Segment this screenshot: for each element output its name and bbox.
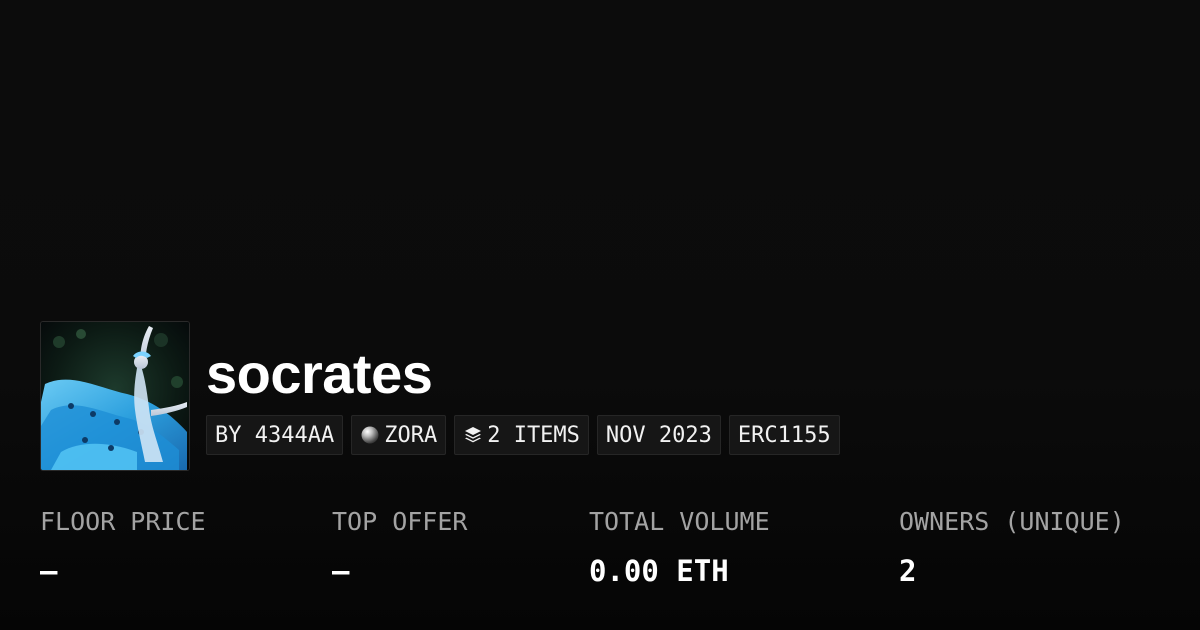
stat-value: –: [40, 554, 58, 588]
items-badge[interactable]: 2 ITEMS: [454, 415, 589, 455]
stat-label: FLOOR PRICE: [40, 507, 206, 536]
token-standard-label: ERC1155: [737, 422, 831, 448]
stat-floor-price: FLOOR PRICE –: [40, 505, 206, 589]
collection-title: socrates: [206, 342, 433, 405]
collection-badges: BY 4344AA ZORA 2 ITEMS NOV 2023 ERC1155: [206, 415, 840, 455]
stat-value: 0.00 ETH: [589, 554, 729, 588]
zora-orb-icon: [360, 425, 380, 445]
token-standard-badge: ERC1155: [728, 415, 840, 455]
layers-icon: [463, 425, 483, 445]
collection-artwork-image: [41, 322, 189, 470]
stat-value: –: [332, 554, 350, 588]
date-label: NOV 2023: [605, 422, 712, 448]
stat-owners: OWNERS (UNIQUE) 2: [899, 505, 1125, 589]
stat-label: OWNERS (UNIQUE): [899, 507, 1125, 536]
chain-badge[interactable]: ZORA: [351, 415, 447, 455]
stat-top-offer: TOP OFFER –: [332, 505, 467, 589]
stat-label: TOP OFFER: [332, 507, 468, 536]
stat-label: TOTAL VOLUME: [589, 507, 770, 536]
creator-badge[interactable]: BY 4344AA: [206, 415, 344, 455]
creator-label: BY 4344AA: [215, 422, 335, 448]
items-label: 2 ITEMS: [487, 422, 580, 448]
collection-thumbnail[interactable]: [40, 321, 190, 471]
stat-total-volume: TOTAL VOLUME 0.00 ETH: [589, 505, 770, 589]
chain-label: ZORA: [384, 422, 438, 448]
date-badge: NOV 2023: [596, 415, 721, 455]
stat-value: 2: [899, 554, 917, 588]
